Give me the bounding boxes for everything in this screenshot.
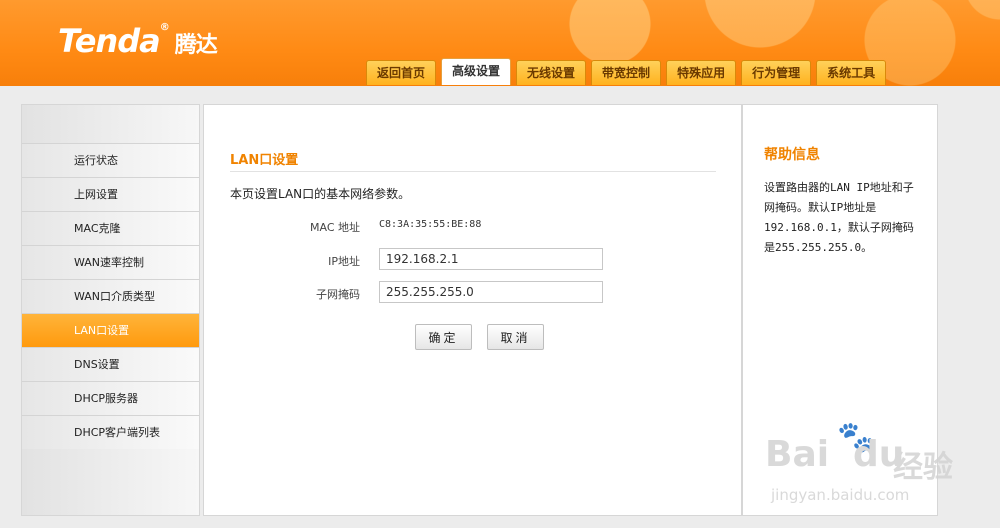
title-divider [230,171,716,172]
tenda-logo[interactable]: Tenda® 腾达 [58,22,218,60]
mac-label: MAC 地址 [310,221,360,234]
tab-bandwidth[interactable]: 带宽控制 [591,60,662,85]
sidebar-item-dns[interactable]: DNS设置 [22,347,199,381]
logo-text: Tenda [58,22,161,60]
cancel-button[interactable]: 取消 [487,324,544,350]
tab-advanced[interactable]: 高级设置 [441,58,512,85]
subnet-mask-label: 子网掩码 [316,288,360,301]
sidebar-item-lan[interactable]: LAN口设置 [22,313,199,347]
main-panel: LAN口设置 本页设置LAN口的基本网络参数。 MAC 地址 C8:3A:35:… [203,104,742,516]
tab-wireless[interactable]: 无线设置 [516,60,587,85]
baidu-watermark: Bai 🐾 du 经验 jingyan.baidu.com [765,420,995,520]
mac-value: C8:3A:35:55:BE:88 [379,219,482,230]
watermark-bai: Bai [765,434,830,475]
subnet-mask-input[interactable] [379,281,603,303]
sidebar-item-dhcp-clients[interactable]: DHCP客户端列表 [22,415,199,449]
ip-address-input[interactable] [379,248,603,270]
sidebar-header-spacer [22,105,199,143]
sidebar-item-mac-clone[interactable]: MAC克隆 [22,211,199,245]
tab-home[interactable]: 返回首页 [366,60,437,85]
sidebar-item-wan-rate[interactable]: WAN速率控制 [22,245,199,279]
sidebar-item-wan-medium[interactable]: WAN口介质类型 [22,279,199,313]
ok-button[interactable]: 确定 [415,324,472,350]
help-title: 帮助信息 [764,147,820,163]
sidebar-item-internet[interactable]: 上网设置 [22,177,199,211]
top-header: Tenda® 腾达 返回首页 高级设置 无线设置 带宽控制 特殊应用 行为管理 系… [0,0,1000,86]
watermark-url: jingyan.baidu.com [771,486,910,504]
sidebar: 运行状态 上网设置 MAC克隆 WAN速率控制 WAN口介质类型 LAN口设置 … [21,104,200,516]
ip-label: IP地址 [328,255,360,268]
logo-reg-mark: ® [159,22,170,33]
tab-special[interactable]: 特殊应用 [666,60,737,85]
tab-system-tools[interactable]: 系统工具 [816,60,887,85]
help-text: 设置路由器的LAN IP地址和子网掩码。默认IP地址是192.168.0.1，默… [764,181,914,254]
sidebar-item-dhcp-server[interactable]: DHCP服务器 [22,381,199,415]
tab-behavior[interactable]: 行为管理 [741,60,812,85]
logo-cn: 腾达 [174,33,218,58]
main-nav-tabs: 返回首页 高级设置 无线设置 带宽控制 特殊应用 行为管理 系统工具 [366,58,887,86]
sidebar-item-status[interactable]: 运行状态 [22,143,199,177]
watermark-cn: 经验 [893,450,953,485]
page-title: LAN口设置 [230,153,299,168]
page-description: 本页设置LAN口的基本网络参数。 [230,187,411,201]
